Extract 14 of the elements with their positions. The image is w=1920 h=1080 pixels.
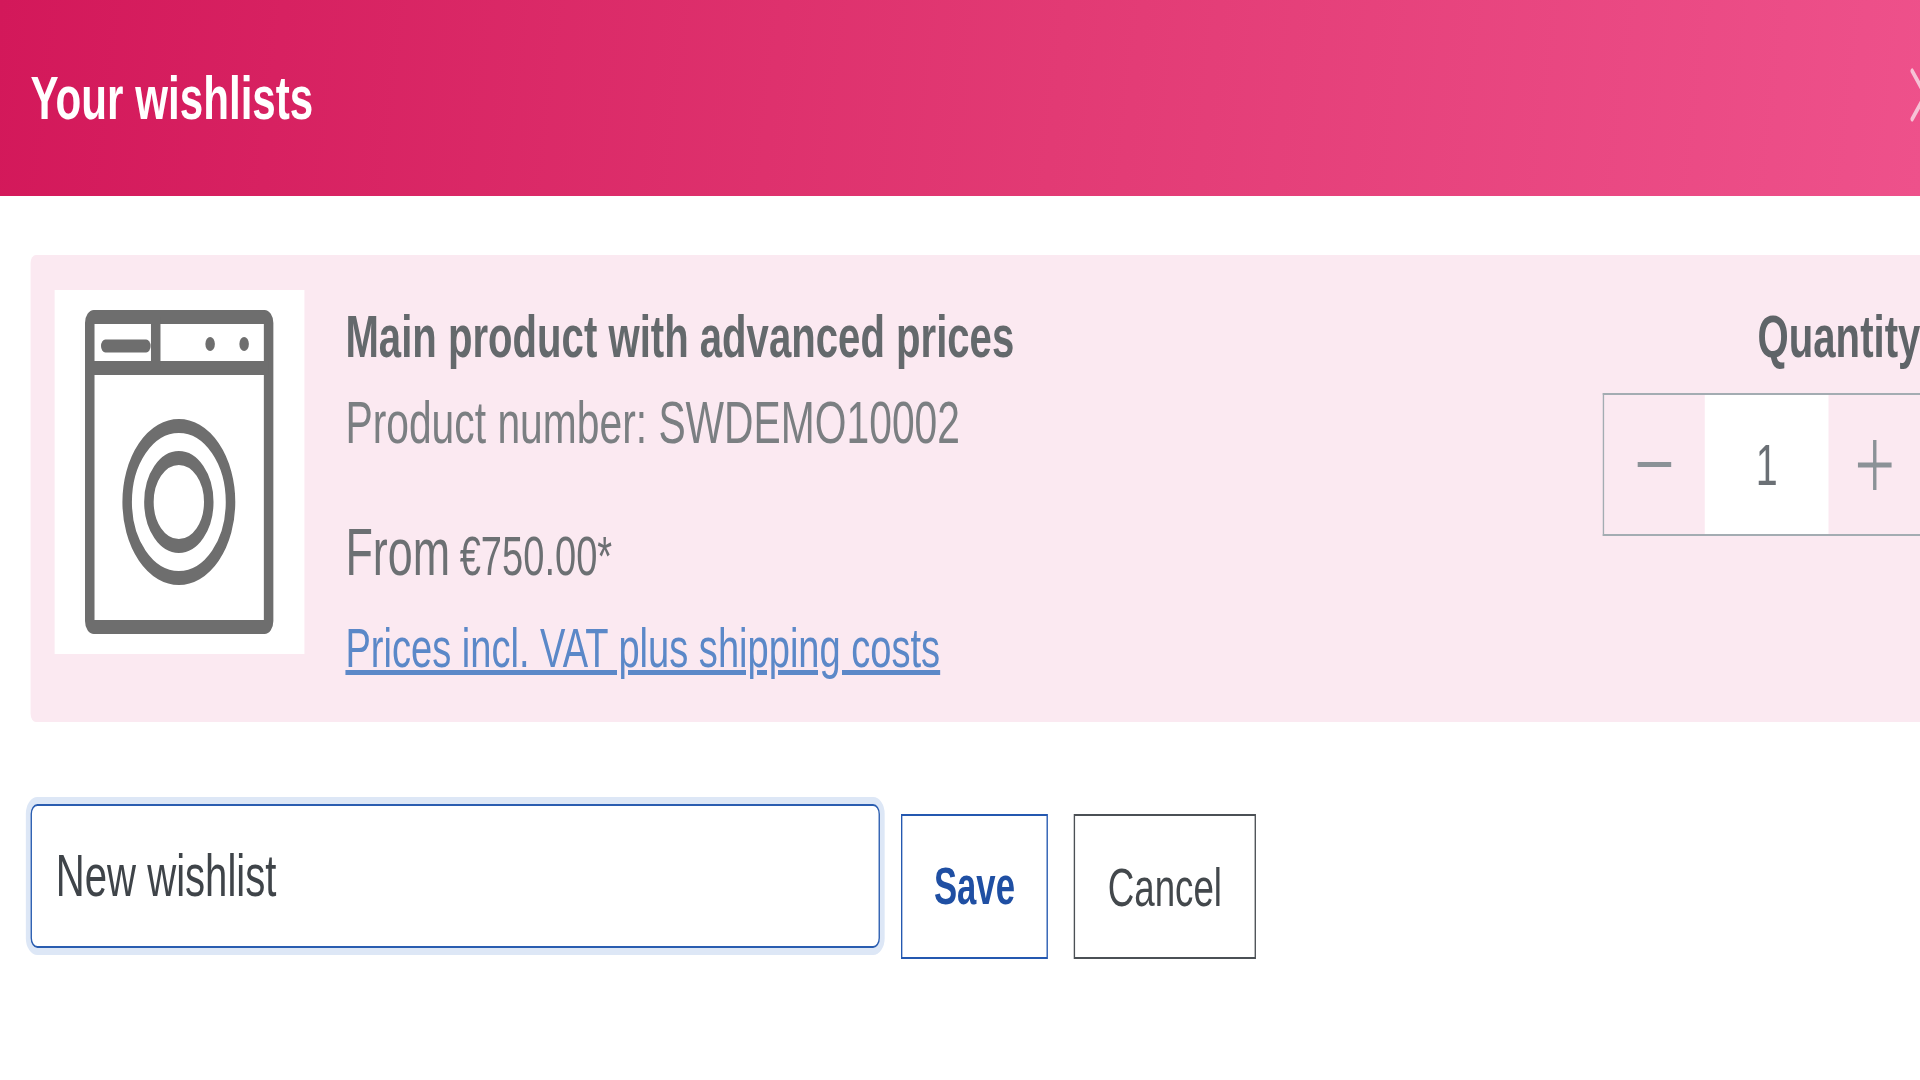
plus-icon	[1857, 439, 1892, 490]
quantity-field[interactable]: 1	[1704, 395, 1829, 534]
quantity-label: Quantity	[1757, 303, 1920, 372]
cancel-button[interactable]: Cancel	[1073, 814, 1256, 959]
dialog-title: Your wishlists	[30, 67, 314, 129]
price-prefix: From	[345, 514, 451, 591]
product-name: Main product with advanced prices	[345, 303, 1015, 372]
product-number: Product number: SWDEMO10002	[345, 388, 960, 458]
washing-machine-icon	[54, 290, 305, 654]
save-button[interactable]: Save	[901, 814, 1048, 959]
wishlist-name-field[interactable]: New wishlist	[30, 804, 880, 948]
close-icon[interactable]	[1910, 68, 1920, 122]
minus-icon	[1637, 462, 1672, 467]
product-price: €750.00*	[459, 523, 613, 589]
